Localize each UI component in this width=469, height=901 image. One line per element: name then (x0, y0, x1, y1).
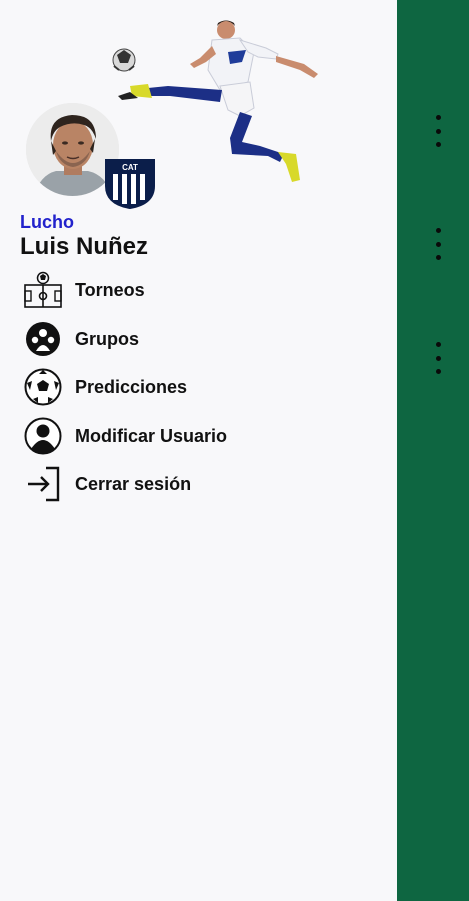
soccer-field-icon (22, 269, 64, 311)
menu-item-label: Cerrar sesión (75, 473, 192, 494)
logout-icon (22, 463, 64, 505)
menu-item-label: Modificar Usuario (75, 425, 228, 446)
group-icon (22, 318, 64, 360)
menu-item-grupos[interactable]: Grupos (22, 317, 352, 361)
menu-item-label: Torneos (75, 279, 145, 300)
user-icon (22, 415, 64, 457)
menu-item-modificar-usuario[interactable]: Modificar Usuario (22, 414, 352, 458)
user-nickname: Lucho (20, 212, 74, 232)
more-options-icon[interactable] (428, 341, 448, 375)
ball-illustration (112, 48, 136, 72)
menu-item-cerrar-sesion[interactable]: Cerrar sesión (22, 462, 352, 506)
more-options-icon[interactable] (428, 114, 448, 148)
menu-item-label: Predicciones (75, 376, 188, 397)
more-options-icon[interactable] (428, 227, 448, 261)
svg-text:CAT: CAT (122, 163, 138, 172)
menu-item-label: Grupos (75, 328, 140, 349)
menu-item-torneos[interactable]: Torneos (22, 268, 352, 312)
user-full-name: Luis Nuñez (20, 233, 149, 260)
menu-item-predicciones[interactable]: Predicciones (22, 365, 352, 409)
navigation-drawer: CAT Lucho Luis Nuñez Torneos Grupos Pred… (0, 0, 397, 901)
soccer-ball-icon (22, 366, 64, 408)
club-crest-icon: CAT (105, 159, 155, 210)
